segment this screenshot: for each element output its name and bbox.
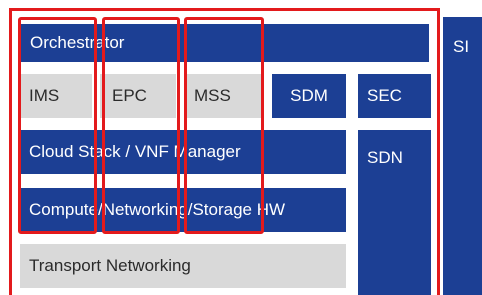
sdm-label: SDM: [290, 86, 328, 105]
sdm-block: SDM: [272, 74, 346, 118]
transport-networking-block: Transport Networking: [20, 244, 346, 288]
sdn-label: SDN: [367, 148, 403, 167]
compute-hw-label: Compute/Networking/Storage HW: [29, 200, 286, 219]
compute-hw-block: Compute/Networking/Storage HW: [20, 188, 346, 232]
sec-block: SEC: [358, 74, 431, 118]
ims-label: IMS: [29, 86, 60, 105]
cloud-stack-label: Cloud Stack / VNF Manager: [29, 142, 241, 161]
transport-networking-label: Transport Networking: [29, 256, 191, 275]
orchestrator-block: Orchestrator: [20, 24, 429, 62]
sec-label: SEC: [367, 86, 402, 105]
cloud-stack-block: Cloud Stack / VNF Manager: [20, 130, 346, 174]
si-label: SI: [453, 37, 470, 56]
orchestrator-label: Orchestrator: [30, 33, 125, 52]
mss-label: MSS: [194, 86, 231, 105]
epc-label: EPC: [112, 86, 147, 105]
mss-block: MSS: [184, 74, 264, 118]
ims-block: IMS: [20, 74, 92, 118]
epc-block: EPC: [100, 74, 176, 118]
architecture-diagram: SI Orchestrator IMS EPC MSS SDM SEC SDN …: [0, 0, 482, 295]
sdn-block: SDN: [358, 130, 431, 295]
si-block: SI: [443, 17, 482, 295]
